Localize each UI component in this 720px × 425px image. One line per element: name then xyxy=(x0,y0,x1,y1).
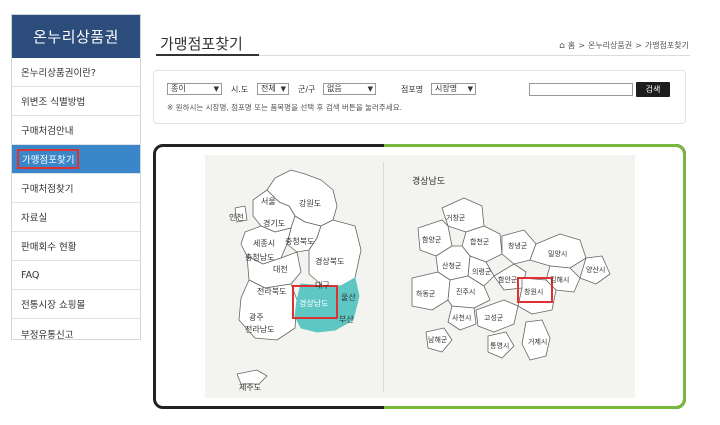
sidebar-item-about[interactable]: 온누리상품권이란? xyxy=(12,58,140,87)
sidebar-item-label: 온누리상품권이란? xyxy=(21,68,96,79)
region-label-sacheon: 사천시 xyxy=(452,313,471,322)
sidebar-item-resources[interactable]: 자료실 xyxy=(12,203,140,232)
region-label-jeju: 제주도 xyxy=(239,383,261,392)
chevron-down-icon: ▼ xyxy=(367,85,373,93)
sido-select[interactable]: 전체 ▼ xyxy=(257,83,289,95)
region-label-busan: 부산 xyxy=(339,314,354,324)
gyeongnam-map: 경상남도 거창군 함양군 합천군 창녕군 밀양시 양산시 산청군 의령군 함안군… xyxy=(411,175,611,361)
breadcrumb-separator: > xyxy=(578,41,585,50)
region-label-hapcheon: 합천군 xyxy=(470,237,490,246)
sidebar-brand: 온누리상품권 xyxy=(12,15,140,58)
sidebar-item-label: 가맹점포찾기 xyxy=(17,149,80,169)
sidebar-item-label: 구매처점찾기 xyxy=(21,184,74,195)
type-select[interactable]: 종이 ▼ xyxy=(167,83,222,95)
sidebar-item-shopping-mall[interactable]: 전통시장 쇼핑몰 xyxy=(12,290,140,319)
store-type-select[interactable]: 시장명 ▼ xyxy=(431,83,476,95)
region-label-changnyeong: 창녕군 xyxy=(508,242,528,250)
search-panel: 종이 ▼ 시.도 전체 ▼ 군/구 없음 ▼ 점포명 시장명 ▼ 검색 ※ 원하시는 시… xyxy=(153,70,686,124)
region-label-jinju: 진주시 xyxy=(456,287,475,296)
page-title: 가맹점포찾기 xyxy=(160,35,243,53)
title-underline xyxy=(156,54,259,56)
sidebar-item-report[interactable]: 부정유통신고 xyxy=(12,319,140,348)
search-input[interactable] xyxy=(529,83,633,96)
search-hint: ※ 원하시는 시장명, 점포명 또는 품목명을 선택 후 검색 버튼을 눌러주세… xyxy=(167,103,402,112)
region-label-incheon: 인천 xyxy=(229,212,244,222)
region-label-gyeonggi: 경기도 xyxy=(263,218,285,228)
breadcrumb: ⌂ 홈 > 온누리상품권 > 가맹점포찾기 xyxy=(559,40,689,51)
korea-map: 인천 서울 경기도 강원도 세종시 충청북도 충청남도 대전 경상북도 전라북도… xyxy=(229,169,362,392)
gyeongnam-map-title: 경상남도 xyxy=(412,175,445,187)
breadcrumb-home[interactable]: 홈 xyxy=(568,40,575,51)
sidebar-item-label: FAQ xyxy=(21,269,40,281)
region-label-haman: 함안군 xyxy=(498,275,518,284)
region-label-gwangju: 광주 xyxy=(249,312,264,322)
region-label-sancheong: 산청군 xyxy=(442,261,462,270)
breadcrumb-current: 가맹점포찾기 xyxy=(644,41,689,50)
gungu-label: 군/구 xyxy=(298,85,316,94)
sidebar-item-store-finder[interactable]: 가맹점포찾기 xyxy=(12,145,140,174)
region-label-daegu: 대구 xyxy=(315,281,330,290)
region-label-gangwon: 강원도 xyxy=(299,198,321,208)
region-label-gimhae: 김해시 xyxy=(550,275,569,284)
sidebar-item-purchase-guide[interactable]: 구매처검안내 xyxy=(12,116,140,145)
sido-label: 시.도 xyxy=(231,85,249,94)
region-label-jeonnam: 전라남도 xyxy=(245,324,274,334)
region-label-daejeon: 대전 xyxy=(273,264,288,274)
chevron-down-icon: ▼ xyxy=(280,85,286,93)
region-label-hamyang: 함양군 xyxy=(422,235,442,244)
gungu-select[interactable]: 없음 ▼ xyxy=(323,83,376,95)
sidebar-item-purchase-finder[interactable]: 구매처점찾기 xyxy=(12,174,140,203)
region-label-sejong: 세종시 xyxy=(253,239,275,248)
chevron-down-icon: ▼ xyxy=(467,85,473,93)
region-label-uiryeong: 의령군 xyxy=(472,267,492,276)
region-label-chungbuk: 충청북도 xyxy=(285,237,314,246)
region-label-tongyeong: 통영시 xyxy=(490,341,509,350)
gungu-select-value: 없음 xyxy=(327,84,342,93)
search-button[interactable]: 검색 xyxy=(636,82,670,97)
sidebar-item-label: 구매처검안내 xyxy=(21,126,74,137)
sidebar-item-faq[interactable]: FAQ xyxy=(12,261,140,290)
sidebar-item-label: 전통시장 쇼핑몰 xyxy=(21,300,86,311)
region-label-geoje: 거제시 xyxy=(528,337,547,346)
region-label-geochang: 거창군 xyxy=(446,213,466,222)
sidebar-item-label: 자료실 xyxy=(21,213,48,224)
sido-select-value: 전체 xyxy=(261,84,276,93)
sidebar-item-counterfeit[interactable]: 위변조 식별방법 xyxy=(12,87,140,116)
region-label-yangsan: 양산시 xyxy=(586,265,605,274)
region-label-hadong: 하동군 xyxy=(416,289,436,298)
region-label-goseong: 고성군 xyxy=(484,313,504,322)
region-label-seoul: 서울 xyxy=(261,197,276,206)
region-label-jeonbuk: 전라북도 xyxy=(257,286,286,296)
store-type-select-value: 시장명 xyxy=(435,84,458,93)
map-divider xyxy=(383,162,384,392)
home-icon[interactable]: ⌂ xyxy=(559,41,565,51)
breadcrumb-separator: > xyxy=(635,41,642,50)
store-label: 점포명 xyxy=(401,85,424,94)
region-label-ulsan: 울산 xyxy=(341,292,356,302)
region-label-namhae: 남해군 xyxy=(428,335,448,344)
sidebar-item-label: 판매회수 현황 xyxy=(21,242,77,253)
type-select-value: 종이 xyxy=(171,84,186,93)
region-jeju[interactable] xyxy=(236,369,268,385)
sidebar-item-label: 위변조 식별방법 xyxy=(21,97,86,108)
region-label-miryang: 밀양시 xyxy=(548,250,567,258)
region-label-chungnam: 충청남도 xyxy=(245,253,274,262)
region-label-gyeongbuk: 경상북도 xyxy=(315,256,344,266)
breadcrumb-section[interactable]: 온누리상품권 xyxy=(588,40,632,51)
sidebar-item-label: 부정유통신고 xyxy=(21,329,74,341)
chevron-down-icon: ▼ xyxy=(213,85,219,93)
region-label-gyeongnam: 경상남도 xyxy=(299,298,328,308)
sidebar-item-sales-status[interactable]: 판매회수 현황 xyxy=(12,232,140,261)
region-label-changwon: 창원시 xyxy=(524,287,543,296)
sidebar: 온누리상품권 온누리상품권이란? 위변조 식별방법 구매처검안내 가맹점포찾기 … xyxy=(11,14,141,341)
